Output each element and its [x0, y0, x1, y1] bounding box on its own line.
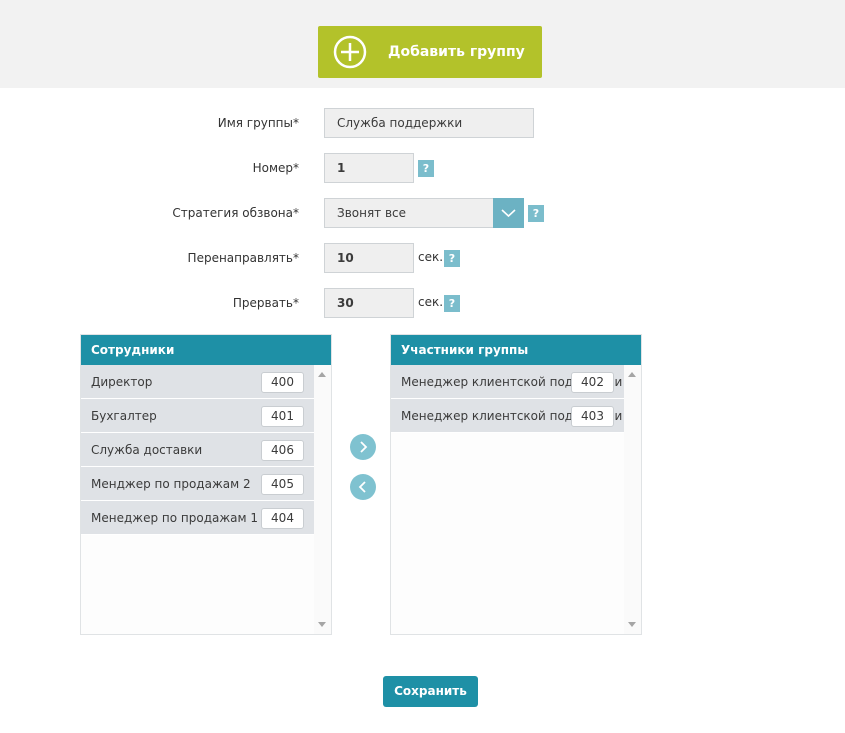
chevron-left-icon	[358, 481, 366, 493]
list-item[interactable]: Менджер по продажам 2 405	[81, 467, 314, 501]
members-panel: Участники группы Менеджер клиентской под…	[390, 334, 642, 635]
scroll-down-icon[interactable]	[628, 622, 636, 627]
employees-scrollbar[interactable]	[314, 365, 331, 634]
top-bar: Добавить группу	[0, 0, 845, 88]
extension-badge: 405	[261, 474, 304, 495]
extension-badge: 403	[571, 406, 614, 427]
employee-name: Менеджер по продажам 1	[91, 511, 259, 525]
interrupt-unit: сек.	[418, 295, 444, 309]
redirect-unit: сек.	[418, 250, 444, 264]
members-scrollbar[interactable]	[624, 365, 641, 634]
strategy-dropdown-button[interactable]	[493, 198, 524, 228]
list-item[interactable]: Бухгалтер 401	[81, 399, 314, 433]
employees-list: Директор 400 Бухгалтер 401 Служба достав…	[81, 365, 314, 535]
add-group-button[interactable]: Добавить группу	[318, 26, 542, 78]
employees-title: Сотрудники	[81, 335, 331, 365]
scroll-up-icon[interactable]	[318, 372, 326, 377]
redirect-input[interactable]: 10	[324, 243, 414, 273]
redirect-label: Перенаправлять*	[187, 251, 299, 265]
add-to-group-button[interactable]	[350, 434, 376, 460]
chevron-right-icon	[360, 441, 368, 453]
extension-badge: 401	[261, 406, 304, 427]
members-list: Менеджер клиентской поддержки 402 Менедж…	[391, 365, 624, 433]
remove-from-group-button[interactable]	[350, 474, 376, 500]
employees-panel: Сотрудники Директор 400 Бухгалтер 401 Сл…	[80, 334, 332, 635]
employee-name: Директор	[91, 375, 153, 389]
list-item[interactable]: Менеджер по продажам 1 404	[81, 501, 314, 535]
scroll-down-icon[interactable]	[318, 622, 326, 627]
extension-badge: 404	[261, 508, 304, 529]
interrupt-label: Прервать*	[232, 296, 299, 310]
employee-name: Служба доставки	[91, 443, 203, 457]
plus-circle-icon	[333, 35, 367, 69]
add-group-label: Добавить группу	[388, 44, 525, 60]
employee-name: Бухгалтер	[91, 409, 157, 423]
interrupt-help-icon[interactable]: ?	[444, 295, 460, 312]
save-button[interactable]: Сохранить	[383, 676, 478, 707]
extension-badge: 400	[261, 372, 304, 393]
list-item[interactable]: Директор 400	[81, 365, 314, 399]
number-help-icon[interactable]: ?	[418, 160, 434, 177]
strategy-help-icon[interactable]: ?	[528, 205, 544, 222]
interrupt-input[interactable]: 30	[324, 288, 414, 318]
list-item[interactable]: Менеджер клиентской поддержки 403	[391, 399, 624, 433]
scroll-up-icon[interactable]	[628, 372, 636, 377]
strategy-label: Стратегия обзвона*	[172, 206, 299, 220]
number-label: Номер*	[252, 161, 299, 175]
list-item[interactable]: Менеджер клиентской поддержки 402	[391, 365, 624, 399]
group-name-label: Имя группы*	[217, 116, 299, 130]
extension-badge: 402	[571, 372, 614, 393]
chevron-down-icon	[501, 209, 516, 218]
number-input[interactable]: 1	[324, 153, 414, 183]
group-name-input[interactable]: Служба поддержки	[324, 108, 534, 138]
extension-badge: 406	[261, 440, 304, 461]
members-title: Участники группы	[391, 335, 641, 365]
list-item[interactable]: Служба доставки 406	[81, 433, 314, 467]
redirect-help-icon[interactable]: ?	[444, 250, 460, 267]
employee-name: Менджер по продажам 2	[91, 477, 251, 491]
